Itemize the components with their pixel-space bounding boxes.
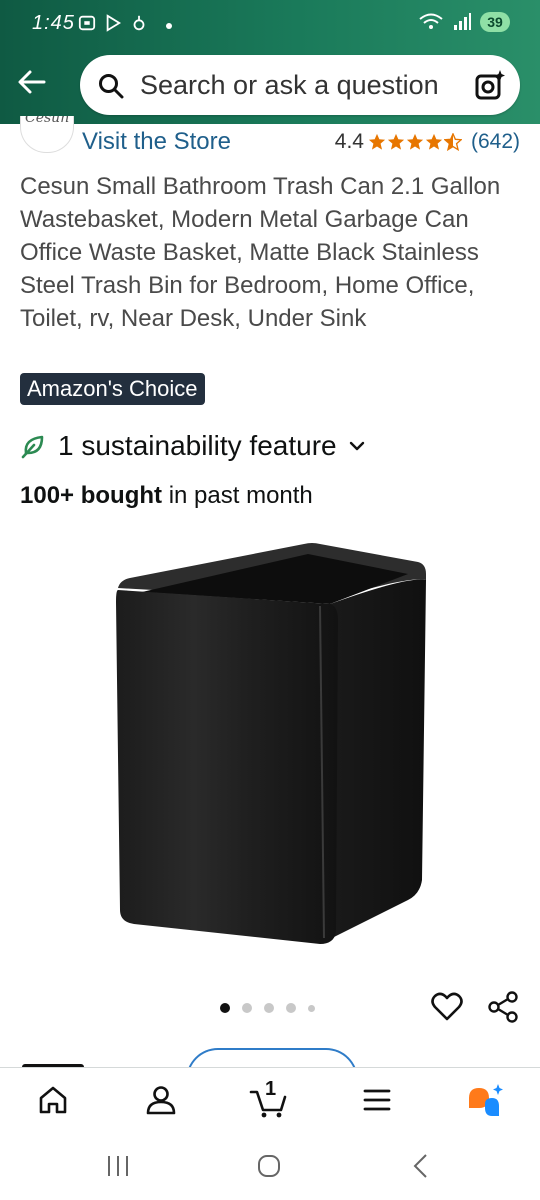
star-half-icon: [443, 133, 462, 151]
cart-count: 1: [265, 1078, 277, 1100]
play-store-icon: [106, 14, 122, 32]
brand-logo[interactable]: Cesun: [20, 116, 74, 153]
pager-dot[interactable]: [308, 1004, 315, 1012]
star-full-icon: [425, 133, 443, 150]
cart-button[interactable]: 1: [248, 1078, 288, 1120]
notification-icon: [133, 15, 145, 31]
product-image[interactable]: [108, 540, 436, 952]
visit-store-link[interactable]: Visit the Store: [82, 128, 231, 156]
share-icon[interactable]: [486, 990, 520, 1024]
bought-in-past-month: 100+ bought in past month: [20, 482, 313, 509]
status-time: 1:45: [32, 12, 75, 34]
rating-summary[interactable]: 4.4 (642): [335, 130, 520, 154]
star-rating: [368, 133, 463, 151]
star-full-icon: [387, 133, 405, 150]
more-notifications-dot: [166, 23, 172, 29]
sustainability-toggle[interactable]: 1 sustainability feature: [20, 430, 367, 462]
signal-icon: [454, 13, 471, 30]
bottom-navigation: 1: [0, 1067, 540, 1136]
pager-dot[interactable]: [286, 1003, 296, 1013]
sustainability-label: 1 sustainability feature: [58, 430, 337, 461]
product-title: Cesun Small Bathroom Trash Can 2.1 Gallo…: [20, 173, 501, 332]
leaf-icon: [21, 435, 44, 459]
app-header: 1:45 39 Search or ask a question: [0, 0, 540, 124]
pager-dot[interactable]: [264, 1003, 274, 1013]
store-row: Cesun Visit the Store 4.4 (642): [0, 116, 540, 164]
heart-icon[interactable]: [430, 990, 464, 1024]
pager-dot[interactable]: [220, 1003, 230, 1013]
system-navigation-bar: [0, 1135, 540, 1200]
back-arrow-icon[interactable]: [16, 66, 48, 98]
rating-count[interactable]: (642): [471, 130, 520, 154]
battery-indicator: 39: [480, 12, 510, 32]
search-icon: [99, 74, 124, 99]
home-icon[interactable]: [33, 1080, 73, 1120]
image-pager[interactable]: [220, 1003, 315, 1013]
pager-dot[interactable]: [242, 1003, 252, 1013]
star-full-icon: [368, 133, 386, 150]
camera-search-icon[interactable]: [474, 69, 506, 101]
account-icon[interactable]: [141, 1080, 181, 1120]
chevron-down-icon: [349, 441, 364, 451]
menu-icon[interactable]: [357, 1080, 397, 1120]
search-bar[interactable]: Search or ask a question: [80, 55, 520, 115]
screenshot-icon: [78, 15, 96, 31]
home-button-icon[interactable]: [256, 1153, 282, 1179]
recent-apps-icon[interactable]: [106, 1153, 130, 1179]
rating-value: 4.4: [334, 130, 364, 153]
status-bar: 1:45 39: [0, 0, 540, 48]
back-icon[interactable]: [408, 1153, 432, 1179]
wifi-icon: [419, 13, 443, 29]
search-placeholder: Search or ask a question: [140, 70, 439, 100]
star-full-icon: [406, 133, 424, 150]
ai-assistant-icon[interactable]: [465, 1080, 505, 1120]
amazons-choice-badge[interactable]: Amazon's Choice: [20, 373, 205, 405]
